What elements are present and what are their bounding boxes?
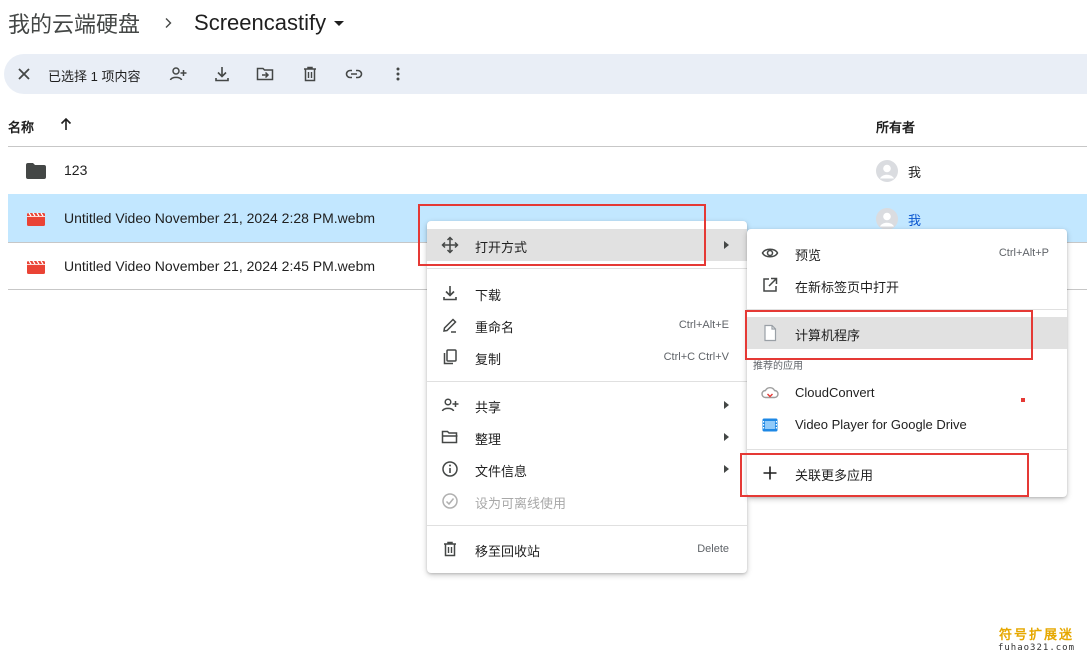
menu-label: CloudConvert xyxy=(795,385,875,400)
context-menu: 打开方式 下载 重命名 Ctrl+Alt+E 复制 Ctrl+C Ctrl+V … xyxy=(427,221,747,573)
menu-divider xyxy=(747,449,1067,450)
breadcrumb: 我的云端硬盘 Screencastify xyxy=(8,7,345,39)
sort-ascending-icon[interactable] xyxy=(58,116,74,132)
download-icon xyxy=(443,286,457,301)
breadcrumb-current-folder[interactable]: Screencastify xyxy=(194,10,345,36)
plus-icon xyxy=(763,466,777,480)
menu-divider xyxy=(427,268,747,269)
open-in-new-icon xyxy=(763,277,778,292)
more-vert-icon[interactable] xyxy=(388,64,408,84)
submenu-item-open-new-tab[interactable]: 在新标签页中打开 xyxy=(747,269,1067,301)
menu-label: 预览 xyxy=(795,248,822,263)
menu-label: 重命名 xyxy=(475,320,515,335)
file-name: Untitled Video November 21, 2024 2:45 PM… xyxy=(64,258,376,274)
info-icon xyxy=(442,461,458,477)
menu-divider xyxy=(747,309,1067,310)
menu-label: 关联更多应用 xyxy=(795,468,874,483)
file-name: 123 xyxy=(64,162,88,178)
annotation-dot xyxy=(1021,398,1025,402)
avatar-icon xyxy=(876,160,898,182)
submenu-arrow-icon xyxy=(724,241,729,249)
share-icon xyxy=(441,398,459,412)
submenu-item-connect-more[interactable]: 关联更多应用 xyxy=(747,457,1067,489)
breadcrumb-root[interactable]: 我的云端硬盘 xyxy=(8,7,140,39)
menu-item-share[interactable]: 共享 xyxy=(427,389,747,421)
watermark-url: fuhao321.com xyxy=(997,643,1075,653)
menu-label: 设为可离线使用 xyxy=(475,496,567,511)
file-owner: 我 xyxy=(908,165,922,180)
menu-label: 打开方式 xyxy=(475,240,528,255)
selection-toolbar: 已选择 1 项内容 xyxy=(4,54,1087,94)
file-name: Untitled Video November 21, 2024 2:28 PM… xyxy=(64,210,376,226)
link-icon[interactable] xyxy=(344,64,364,84)
menu-label: 文件信息 xyxy=(475,464,528,479)
folder-open-icon xyxy=(441,430,458,444)
file-row-folder[interactable]: 123 我 xyxy=(8,146,1087,194)
avatar-icon xyxy=(876,208,898,230)
submenu-arrow-icon xyxy=(724,433,729,441)
menu-item-copy[interactable]: 复制 Ctrl+C Ctrl+V xyxy=(427,341,747,373)
pencil-icon xyxy=(443,318,457,333)
file-owner: 我 xyxy=(908,213,922,228)
menu-item-rename[interactable]: 重命名 Ctrl+Alt+E xyxy=(427,309,747,341)
menu-divider xyxy=(427,381,747,382)
move-icon[interactable] xyxy=(255,64,275,84)
menu-shortcut: Delete xyxy=(697,543,729,555)
video-file-icon xyxy=(27,212,45,226)
trash-icon[interactable] xyxy=(300,64,320,84)
submenu-arrow-icon xyxy=(724,465,729,473)
menu-label: 共享 xyxy=(475,400,502,415)
menu-item-offline: 设为可离线使用 xyxy=(427,485,747,517)
menu-shortcut: Ctrl+C Ctrl+V xyxy=(663,351,729,363)
share-icon[interactable] xyxy=(168,64,188,84)
download-icon[interactable] xyxy=(212,64,232,84)
chevron-right-icon xyxy=(165,18,172,28)
trash-icon xyxy=(444,541,456,557)
menu-divider xyxy=(427,525,747,526)
menu-label: 在新标签页中打开 xyxy=(795,280,900,295)
breadcrumb-current-label: Screencastify xyxy=(194,10,327,35)
copy-icon xyxy=(443,349,457,365)
video-player-icon xyxy=(762,418,778,432)
watermark: 符号扩展迷 fuhao321.com xyxy=(998,624,1075,653)
selection-count-label: 已选择 1 项内容 xyxy=(48,69,141,84)
menu-shortcut: Ctrl+Alt+E xyxy=(678,319,729,331)
caret-down-icon xyxy=(334,20,345,26)
video-file-icon xyxy=(27,260,45,274)
submenu-item-preview[interactable]: 预览 Ctrl+Alt+P xyxy=(747,237,1067,269)
submenu-item-video-player[interactable]: Video Player for Google Drive xyxy=(747,409,1067,441)
menu-label: 整理 xyxy=(475,432,502,447)
menu-label: Video Player for Google Drive xyxy=(795,417,967,432)
offline-check-icon xyxy=(442,493,458,509)
document-icon xyxy=(764,324,777,342)
column-header-owner[interactable]: 所有者 xyxy=(876,117,915,136)
watermark-title: 符号扩展迷 xyxy=(998,628,1074,643)
menu-item-open-with[interactable]: 打开方式 xyxy=(427,229,747,261)
submenu-arrow-icon xyxy=(724,401,729,409)
cloudconvert-icon xyxy=(761,387,779,399)
menu-item-trash[interactable]: 移至回收站 Delete xyxy=(427,533,747,565)
menu-label: 下载 xyxy=(475,288,502,303)
open-with-submenu: 预览 Ctrl+Alt+P 在新标签页中打开 计算机程序 推荐的应用 Cloud… xyxy=(747,229,1067,497)
menu-label: 移至回收站 xyxy=(475,544,541,559)
menu-label: 复制 xyxy=(475,352,502,367)
suggested-apps-heading: 推荐的应用 xyxy=(753,361,803,372)
submenu-item-computer-app[interactable]: 计算机程序 xyxy=(747,317,1067,349)
move-arrows-icon xyxy=(441,236,459,254)
menu-item-organize[interactable]: 整理 xyxy=(427,421,747,453)
folder-icon xyxy=(26,163,46,179)
column-header-name[interactable]: 名称 xyxy=(8,117,34,136)
menu-item-download[interactable]: 下载 xyxy=(427,277,747,309)
menu-shortcut: Ctrl+Alt+P xyxy=(998,247,1049,259)
menu-item-file-info[interactable]: 文件信息 xyxy=(427,453,747,485)
eye-icon xyxy=(761,248,779,258)
close-icon[interactable] xyxy=(14,64,34,84)
menu-label: 计算机程序 xyxy=(795,328,861,343)
submenu-item-cloudconvert[interactable]: CloudConvert xyxy=(747,377,1067,409)
